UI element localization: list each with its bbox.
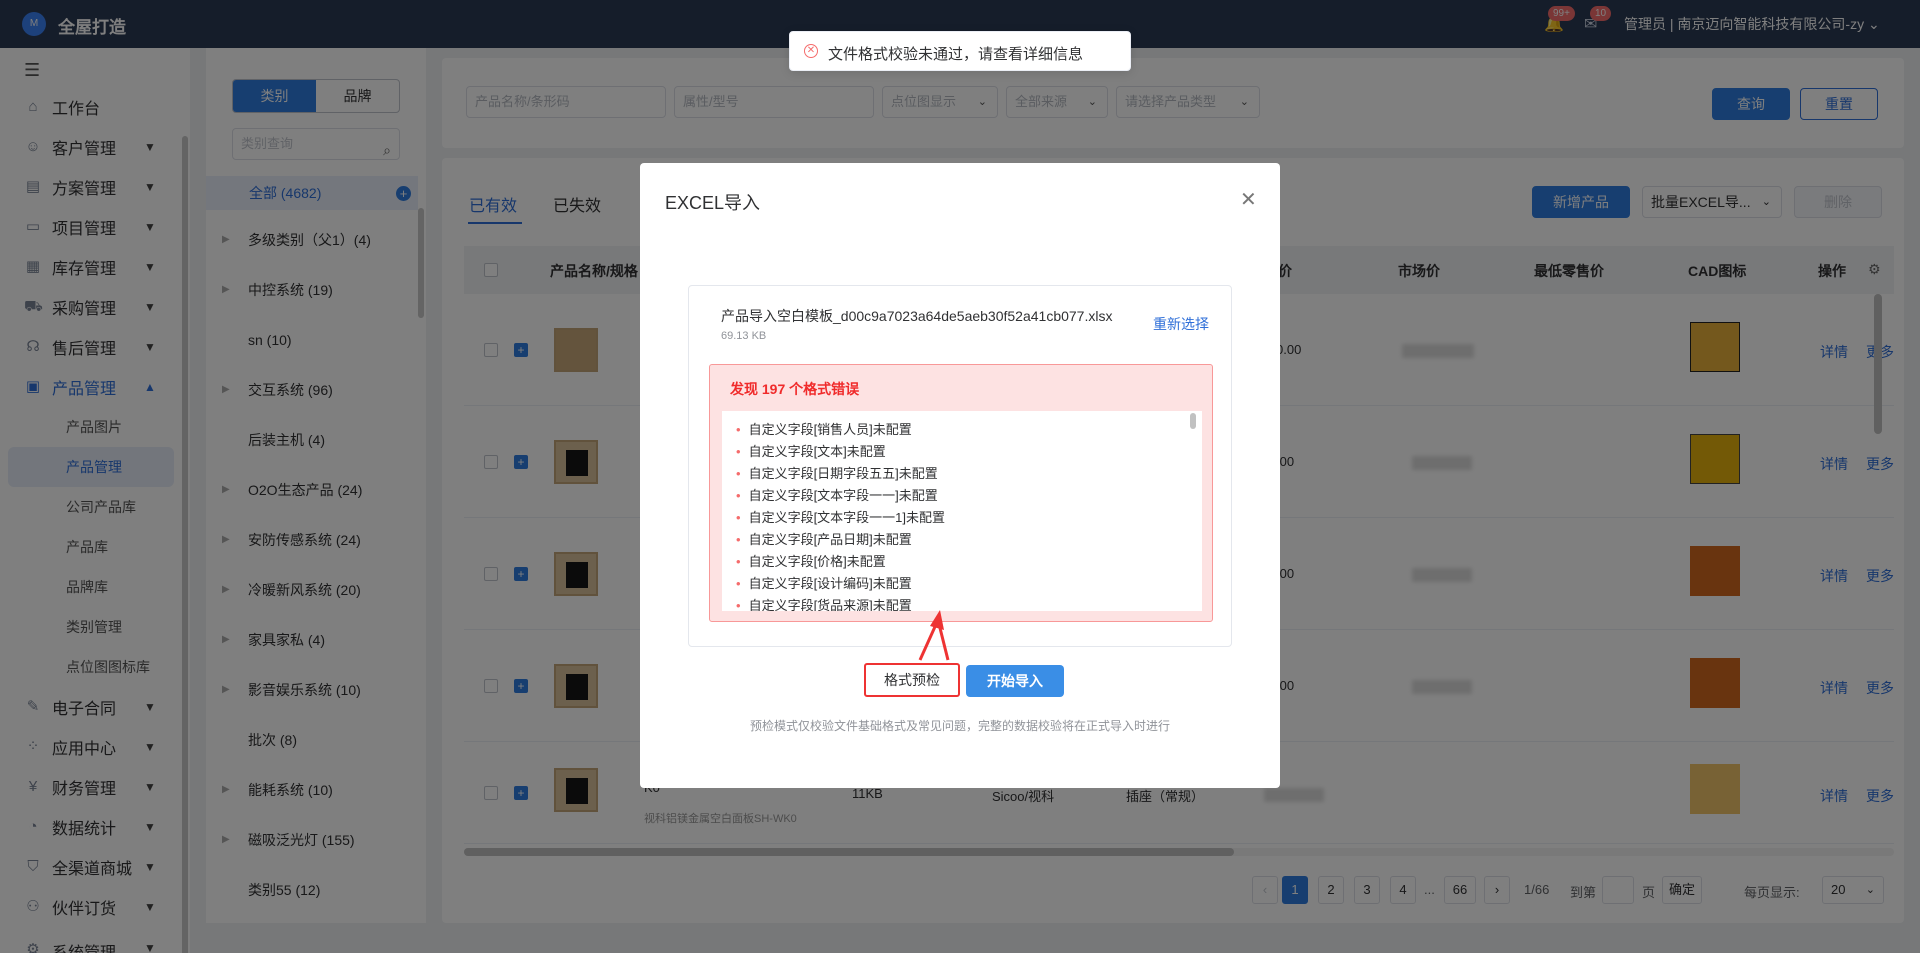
error-item: • 自定义字段[文本]未配置: [736, 441, 886, 460]
error-list[interactable]: • 自定义字段[销售人员]未配置 • 自定义字段[文本]未配置 • 自定义字段[日期字…: [722, 411, 1202, 611]
bullet-icon: •: [736, 488, 741, 503]
bullet-icon: •: [736, 510, 741, 525]
bullet-icon: •: [736, 532, 741, 547]
bullet-icon: •: [736, 466, 741, 481]
file-name: 产品导入空白模板_d00c9a7023a64de5aeb30f52a41cb07…: [721, 308, 1113, 324]
error-item: • 自定义字段[货品来源]未配置: [736, 595, 912, 611]
error-item: • 自定义字段[销售人员]未配置: [736, 419, 912, 438]
bullet-icon: •: [736, 554, 741, 569]
error-text: 自定义字段[价格]未配置: [748, 554, 886, 569]
error-toast: ✕ 文件格式校验未通过，请查看详细信息: [789, 31, 1131, 71]
error-item: • 自定义字段[文本字段一一]未配置: [736, 485, 938, 504]
error-text: 自定义字段[文本]未配置: [748, 444, 886, 459]
error-item: • 自定义字段[价格]未配置: [736, 551, 886, 570]
precheck-note: 预检模式仅校验文件基础格式及常见问题，完整的数据校验将在正式导入时进行: [749, 719, 1170, 733]
error-text: 自定义字段[销售人员]未配置: [748, 422, 912, 437]
error-text: 自定义字段[文本字段一一1]未配置: [748, 510, 946, 525]
error-text: 自定义字段[产品日期]未配置: [748, 532, 912, 547]
error-text: 自定义字段[货品来源]未配置: [748, 598, 912, 611]
error-list-scrollbar[interactable]: [1190, 413, 1196, 429]
start-import-button[interactable]: 开始导入: [966, 665, 1064, 697]
error-item: • 自定义字段[文本字段一一1]未配置: [736, 507, 945, 526]
format-precheck-button[interactable]: 格式预检: [864, 663, 960, 697]
bullet-icon: •: [736, 422, 741, 437]
error-circle-icon: ✕: [804, 44, 818, 58]
error-item: • 自定义字段[产品日期]未配置: [736, 529, 912, 548]
bullet-icon: •: [736, 444, 741, 459]
close-icon[interactable]: ✕: [1240, 187, 1257, 212]
toast-message: 文件格式校验未通过，请查看详细信息: [828, 46, 1084, 63]
error-item: • 自定义字段[日期字段五五]未配置: [736, 463, 938, 482]
error-item: • 自定义字段[设计编码]未配置: [736, 573, 912, 592]
error-title: 发现 197 个格式错误: [730, 381, 860, 397]
bullet-icon: •: [736, 598, 741, 611]
file-size: 69.13 KB: [721, 330, 767, 342]
reselect-link[interactable]: 重新选择: [1153, 314, 1209, 334]
file-card: 产品导入空白模板_d00c9a7023a64de5aeb30f52a41cb07…: [688, 285, 1232, 647]
error-text: 自定义字段[日期字段五五]未配置: [748, 466, 938, 481]
excel-import-dialog: EXCEL导入 ✕ 产品导入空白模板_d00c9a7023a64de5aeb30…: [640, 163, 1280, 788]
dialog-title: EXCEL导入: [665, 193, 761, 213]
error-text: 自定义字段[设计编码]未配置: [748, 576, 912, 591]
bullet-icon: •: [736, 576, 741, 591]
error-text: 自定义字段[文本字段一一]未配置: [748, 488, 938, 503]
error-box: 发现 197 个格式错误 • 自定义字段[销售人员]未配置 • 自定义字段[文本]未…: [709, 364, 1213, 622]
